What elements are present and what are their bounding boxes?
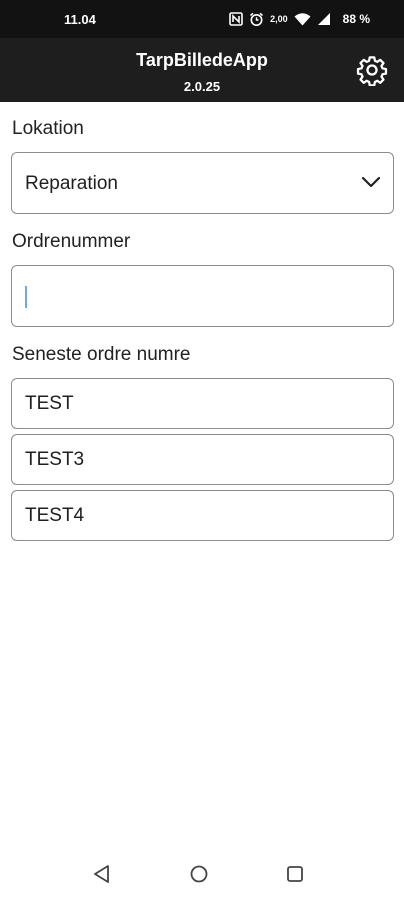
recent-order-text: TEST4 (25, 505, 85, 526)
location-value: Reparation (25, 173, 118, 194)
home-circle-icon (190, 865, 208, 883)
location-select[interactable]: Reparation (11, 152, 394, 214)
nav-home-button[interactable] (189, 864, 209, 889)
battery-level: 88 % (342, 12, 370, 26)
status-bar: 11.04 2,00 88 % (0, 0, 404, 38)
recent-order-text: TEST3 (25, 449, 85, 470)
app-bar: TarpBilledeApp 2.0.25 (0, 38, 404, 102)
wifi-icon (294, 13, 311, 26)
chevron-down-icon (361, 176, 381, 188)
recent-order-item[interactable]: TEST3 (11, 434, 394, 485)
status-time: 11.04 (64, 11, 96, 27)
settings-button[interactable] (356, 54, 388, 87)
nfc-icon (229, 12, 243, 26)
app-version: 2.0.25 (183, 79, 221, 94)
nav-back-button[interactable] (92, 864, 112, 889)
alarm-icon (250, 12, 264, 26)
system-navigation-bar (0, 848, 404, 900)
location-label: Lokation (12, 118, 84, 139)
recents-square-icon (287, 866, 303, 882)
order-number-label: Ordrenummer (12, 231, 131, 252)
recent-order-text: TEST (25, 393, 74, 414)
data-speed-icon: 2,00 (270, 13, 288, 24)
status-icons: 2,00 88 % (229, 12, 370, 27)
recent-order-item[interactable]: TEST (11, 378, 394, 429)
order-number-input[interactable] (11, 265, 394, 327)
text-cursor (25, 286, 27, 308)
back-triangle-icon (94, 865, 109, 883)
recent-order-item[interactable]: TEST4 (11, 490, 394, 541)
nav-recents-button[interactable] (285, 864, 305, 889)
recent-orders-label: Seneste ordre numre (12, 344, 191, 365)
gear-icon (356, 56, 388, 87)
signal-icon (317, 13, 330, 25)
app-title: TarpBilledeApp (136, 50, 268, 70)
